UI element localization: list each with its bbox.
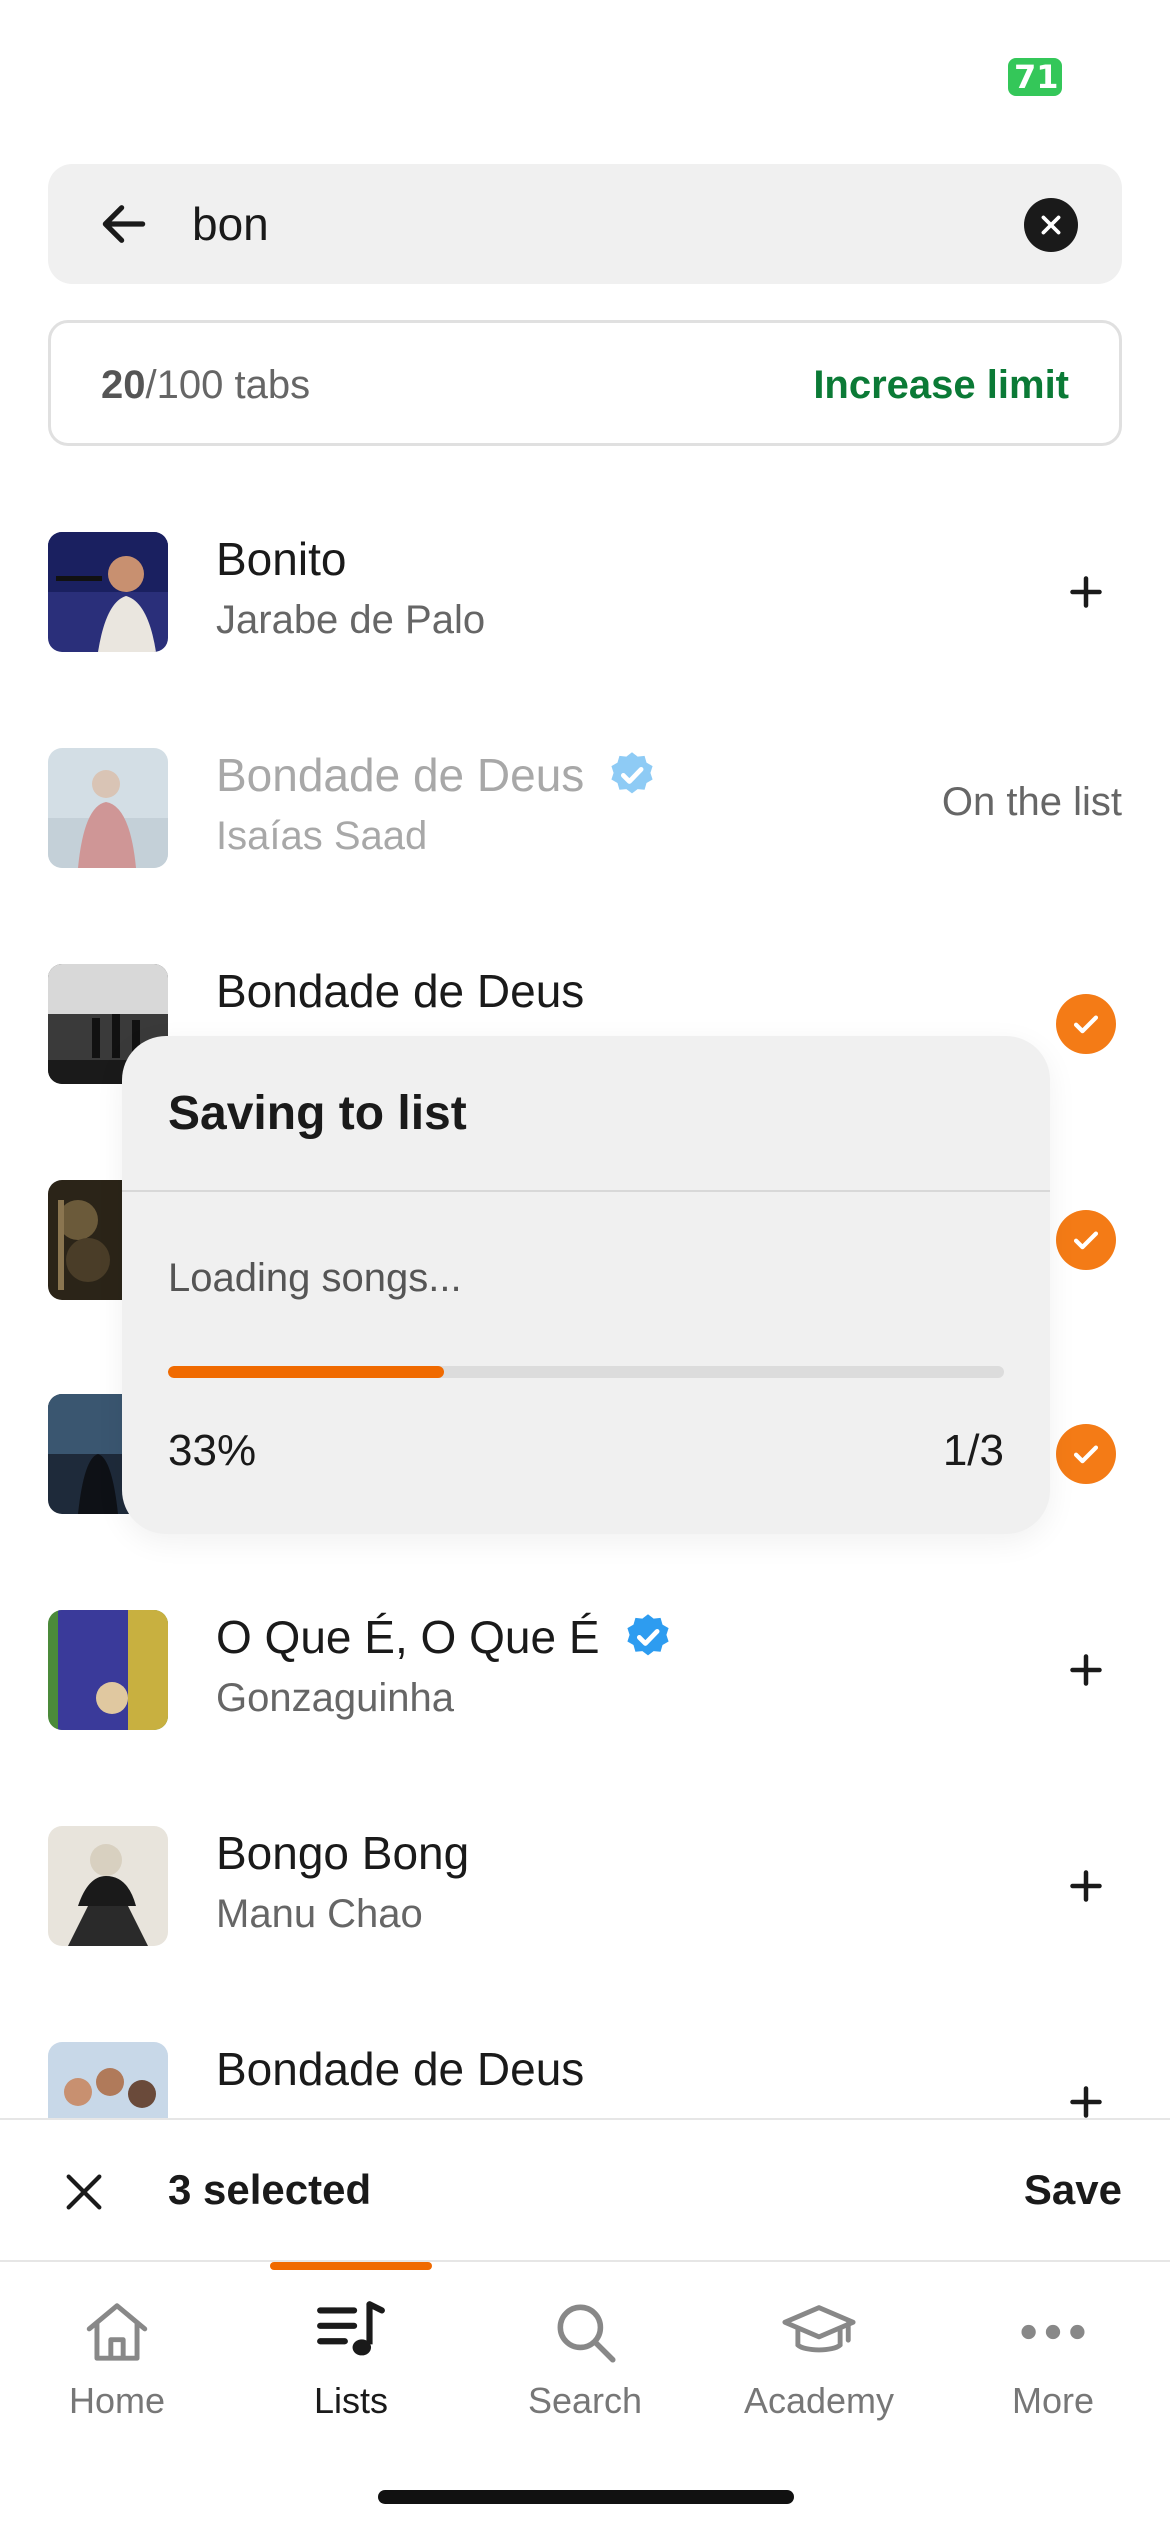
progress-count: 1/3 xyxy=(942,1426,1004,1475)
home-indicator xyxy=(378,2490,794,2504)
lists-icon xyxy=(317,2301,385,2356)
search-icon xyxy=(557,2304,616,2363)
song-artist: Isaías Saad xyxy=(216,814,428,858)
save-button[interactable]: Save xyxy=(1024,2166,1122,2214)
tab-label: Search xyxy=(527,2380,643,2421)
song-title: Bondade de Deus xyxy=(216,2042,584,2096)
active-tab-indicator xyxy=(270,2262,432,2270)
plus-icon xyxy=(1070,2086,1102,2118)
selection-bar: 3 selected Save xyxy=(0,2118,1170,2262)
list-item[interactable]: Bondade de Deus xyxy=(0,2022,1170,2118)
dialog-divider xyxy=(122,1190,1050,1192)
tab-limit-box: 20/100 tabs Increase limit xyxy=(48,320,1122,446)
check-icon xyxy=(1056,1424,1116,1484)
song-title: Bonito xyxy=(216,532,346,586)
song-title-text: Bondade de Deus xyxy=(216,965,585,1017)
tab-limit-total: /100 tabs xyxy=(145,363,311,407)
progress-bar xyxy=(168,1366,1004,1378)
search-bar xyxy=(48,164,1122,284)
list-item: Bondade de Deus Isaías Saad On the list xyxy=(0,728,1170,888)
graduation-cap-icon xyxy=(782,2305,856,2353)
selected-count: 3 selected xyxy=(168,2166,372,2213)
search-input[interactable] xyxy=(192,184,1012,264)
status-bar: 71 xyxy=(0,0,1170,150)
add-button[interactable] xyxy=(1050,556,1122,628)
song-title-text: Bonito xyxy=(216,533,347,585)
add-button[interactable] xyxy=(1050,1850,1122,1922)
clear-search-button[interactable] xyxy=(1024,198,1078,252)
selected-checkbox[interactable] xyxy=(1050,1204,1122,1276)
song-title: Bondade de Deus xyxy=(216,964,584,1018)
song-title-text: O Que É, O Que É xyxy=(216,1611,600,1663)
plus-icon xyxy=(1070,1654,1102,1686)
cancel-selection-button[interactable] xyxy=(48,2156,120,2228)
tab-more[interactable]: More xyxy=(936,2292,1170,2442)
add-button[interactable] xyxy=(1050,2066,1122,2118)
selected-checkbox[interactable] xyxy=(1050,1418,1122,1490)
list-item[interactable]: O Que É, O Que É Gonzaguinha xyxy=(0,1590,1170,1750)
add-button[interactable] xyxy=(1050,1634,1122,1706)
dialog-title: Saving to list xyxy=(168,1087,467,1140)
close-icon xyxy=(66,2174,102,2210)
check-icon xyxy=(1056,994,1116,1054)
album-art xyxy=(48,1610,168,1730)
selected-checkbox[interactable] xyxy=(1050,988,1122,1060)
tab-label: Academy xyxy=(743,2380,895,2421)
song-artist: Jarabe de Palo xyxy=(216,598,486,642)
tab-label: Home xyxy=(68,2380,166,2421)
tab-academy[interactable]: Academy xyxy=(702,2292,936,2442)
battery-indicator: 71 xyxy=(1008,58,1062,96)
album-art xyxy=(48,1826,168,1946)
tab-home[interactable]: Home xyxy=(0,2292,234,2442)
song-title: O Que É, O Que É xyxy=(216,1610,674,1664)
tab-label: Lists xyxy=(313,2380,389,2421)
home-icon xyxy=(86,2303,148,2361)
song-artist: Manu Chao xyxy=(216,1892,423,1936)
on-list-status: On the list xyxy=(941,780,1122,824)
tab-lists[interactable]: Lists xyxy=(234,2292,468,2442)
more-icon xyxy=(1021,2324,1085,2340)
song-title: Bongo Bong xyxy=(216,1826,469,1880)
saving-dialog: Saving to list Loading songs... 33% 1/3 xyxy=(122,1036,1050,1534)
song-artist: Gonzaguinha xyxy=(216,1676,454,1720)
verified-icon xyxy=(626,1614,669,1656)
back-button[interactable] xyxy=(88,188,160,260)
song-title-text: Bongo Bong xyxy=(216,1827,470,1879)
verified-icon xyxy=(611,752,653,794)
tab-limit-used: 20 xyxy=(101,363,146,407)
tab-search[interactable]: Search xyxy=(468,2292,702,2442)
progress-percent: 33% xyxy=(168,1426,257,1475)
check-icon xyxy=(1056,1210,1116,1270)
album-art xyxy=(48,532,168,652)
increase-limit-link[interactable]: Increase limit xyxy=(813,363,1069,408)
song-title-text: Bondade de Deus xyxy=(216,749,585,801)
close-icon xyxy=(1041,215,1061,235)
album-art xyxy=(48,2042,168,2118)
progress-fill xyxy=(168,1366,444,1378)
list-item[interactable]: Bongo Bong Manu Chao xyxy=(0,1806,1170,1966)
song-title-text: Bondade de Deus xyxy=(216,2043,585,2095)
arrow-left-icon xyxy=(102,205,146,243)
plus-icon xyxy=(1070,576,1102,608)
album-art xyxy=(48,748,168,868)
tab-label: More xyxy=(1011,2380,1095,2421)
loading-status: Loading songs... xyxy=(168,1256,462,1300)
song-title: Bondade de Deus xyxy=(216,748,658,802)
tab-limit-text: 20/100 tabs xyxy=(101,363,310,408)
list-item[interactable]: Bonito Jarabe de Palo xyxy=(0,512,1170,672)
plus-icon xyxy=(1070,1870,1102,1902)
